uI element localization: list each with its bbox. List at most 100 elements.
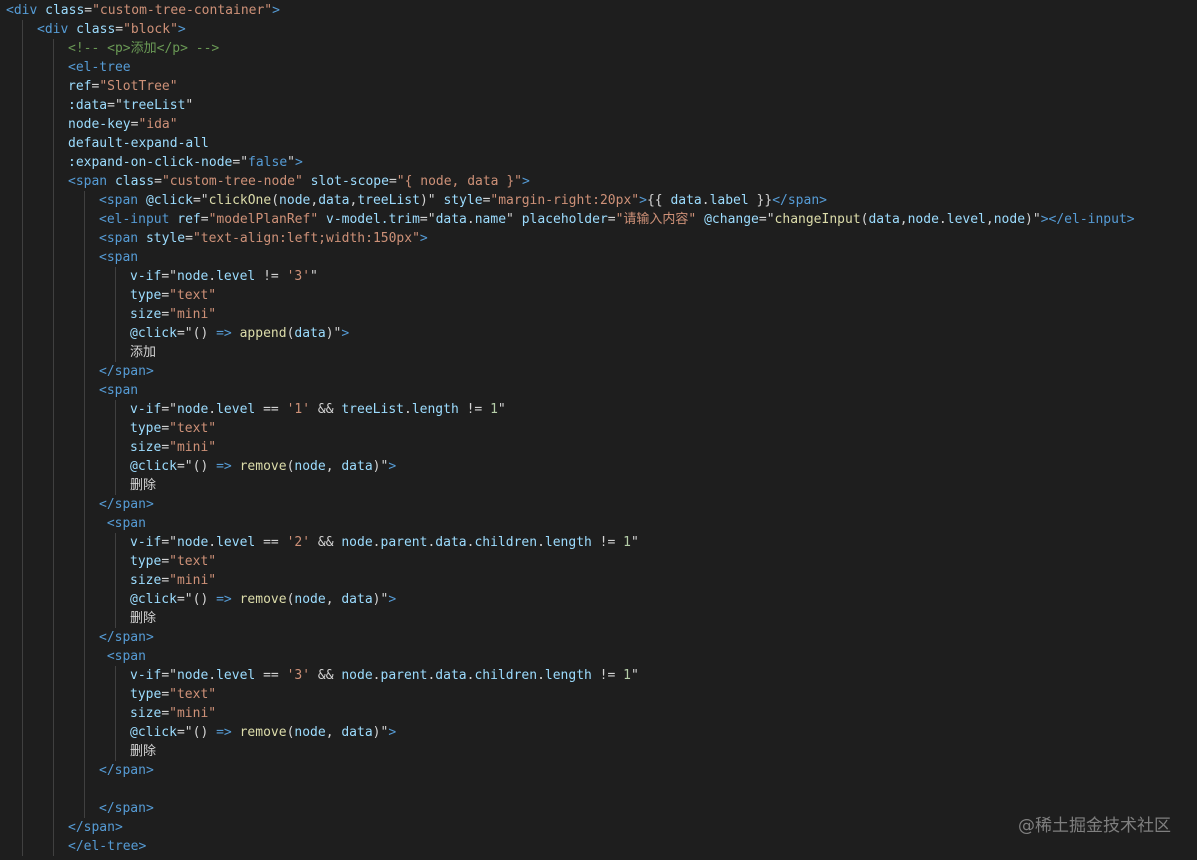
code-line[interactable]: <span @click="clickOne(node,data,treeLis… [99, 191, 827, 210]
code-line[interactable]: default-expand-all [68, 134, 209, 153]
code-token-text: = [154, 174, 162, 189]
code-line[interactable]: type="text" [130, 685, 216, 704]
code-line[interactable]: <!-- <p>添加</p> --> [68, 39, 219, 58]
code-line[interactable]: </span> [99, 761, 154, 780]
code-line[interactable]: <div class="custom-tree-container"> [6, 1, 280, 20]
code-line[interactable]: :data="treeList" [68, 96, 193, 115]
code-token-str: "mini" [169, 573, 217, 588]
code-line[interactable]: </el-tree> [68, 837, 146, 856]
code-line[interactable]: node-key="ida" [68, 115, 178, 134]
code-line[interactable]: @click="() => remove(node, data)"> [130, 590, 396, 609]
code-line[interactable]: <span [99, 647, 146, 666]
code-token-text: " [310, 269, 318, 284]
code-token-attr: level [216, 535, 256, 550]
indent-guide [53, 39, 54, 856]
code-line[interactable]: size="mini" [130, 571, 216, 590]
code-line[interactable]: ref="SlotTree" [68, 77, 178, 96]
code-token-text: && [310, 535, 342, 550]
code-line[interactable]: <span [99, 514, 146, 533]
code-line[interactable]: </span> [99, 628, 154, 647]
code-token-text: " [185, 98, 194, 113]
code-token-tag: > [388, 459, 397, 474]
code-token-attr: data [341, 725, 373, 740]
code-token-tag: > [388, 592, 397, 607]
code-line[interactable]: 删除 [130, 476, 156, 495]
code-token-tag: </span> [99, 364, 154, 379]
code-token-str: "margin-right:20px" [490, 193, 640, 208]
code-line[interactable]: 删除 [130, 742, 156, 761]
code-line[interactable]: type="text" [130, 552, 216, 571]
code-line[interactable]: <span class="custom-tree-node" slot-scop… [68, 172, 530, 191]
code-token-attr: treeList [357, 193, 420, 208]
code-line[interactable]: type="text" [130, 286, 216, 305]
code-token-text: )" [1025, 212, 1041, 227]
code-token-comment: <!-- <p>添加</p> --> [68, 41, 220, 56]
code-token-text: =" [192, 193, 209, 208]
code-token-text: ="() [176, 592, 217, 607]
code-token-tag: </span> [99, 763, 154, 778]
code-token-text: = [185, 231, 193, 246]
code-line[interactable]: @click="() => remove(node, data)"> [130, 723, 396, 742]
code-token-attr: level [216, 402, 256, 417]
code-token-attr: treeList [341, 402, 404, 417]
code-token-attr: type [130, 554, 162, 569]
code-line[interactable]: v-if="node.level == '2' && node.parent.d… [130, 533, 639, 552]
code-token-attr: ref [68, 79, 92, 94]
code-token-fn: remove [239, 725, 287, 740]
code-line[interactable]: size="mini" [130, 438, 216, 457]
code-editor[interactable]: <div class="custom-tree-container"> <div … [0, 0, 1197, 860]
code-token-attr: @click [145, 193, 193, 208]
code-line[interactable]: v-if="node.level == '3' && node.parent.d… [130, 666, 639, 685]
code-token-tag: <el-tree [68, 60, 131, 75]
code-token-text: 删除 [130, 744, 157, 759]
code-line[interactable]: <div class="block"> [37, 20, 186, 39]
code-line[interactable]: type="text" [130, 419, 216, 438]
code-token-text: )" [372, 459, 389, 474]
code-token-attr: length [544, 668, 592, 683]
code-line[interactable]: <el-tree [68, 58, 131, 77]
code-line[interactable]: <el-input ref="modelPlanRef" v-model.tri… [99, 210, 1135, 229]
code-token-fn: changeInput [774, 212, 861, 227]
code-token-tag: ></el-input> [1040, 212, 1135, 227]
code-line[interactable]: </span> [68, 818, 123, 837]
code-token-attr: name [474, 212, 507, 227]
code-line[interactable]: <span [99, 248, 138, 267]
code-line[interactable]: </span> [99, 799, 154, 818]
code-token-text: = [161, 554, 170, 569]
code-line[interactable]: @click="() => append(data)"> [130, 324, 349, 343]
code-line[interactable]: v-if="node.level != '3'" [130, 267, 318, 286]
code-token-attr: v-if [130, 269, 162, 284]
code-line[interactable]: size="mini" [130, 305, 216, 324]
code-token-str: "text" [169, 288, 217, 303]
code-token-text: = [200, 212, 209, 227]
code-token-text: )" [419, 193, 444, 208]
code-token-tag: <span [99, 250, 139, 265]
code-line[interactable]: </span> [99, 362, 154, 381]
code-line[interactable]: @click="() => remove(node, data)"> [130, 457, 396, 476]
code-token-str: "custom-tree-node" [161, 174, 303, 189]
code-line[interactable]: 删除 [130, 609, 156, 628]
code-line[interactable]: <span [99, 381, 138, 400]
code-line[interactable]: 添加 [130, 343, 156, 362]
code-token-attr: @click [130, 725, 177, 740]
code-token-text: . [537, 535, 545, 550]
code-token-kw: => [216, 326, 232, 341]
code-line[interactable]: <span style="text-align:left;width:150px… [99, 229, 428, 248]
code-token-attr: length [411, 402, 459, 417]
code-token-text: )" [372, 592, 389, 607]
code-line[interactable]: </span> [99, 495, 154, 514]
code-line[interactable]: size="mini" [130, 704, 216, 723]
code-token-text: 删除 [130, 478, 157, 493]
code-token-text: != [458, 402, 491, 417]
code-token-text: = [161, 440, 170, 455]
code-token-text: = [161, 573, 170, 588]
code-token-str: "block" [123, 22, 178, 37]
code-line[interactable]: v-if="node.level == '1' && treeList.leng… [130, 400, 506, 419]
code-token-text: ="() [176, 725, 217, 740]
code-token-kw: => [216, 725, 232, 740]
code-token-text: . [938, 212, 947, 227]
code-line[interactable]: :expand-on-click-node="false"> [68, 153, 303, 172]
